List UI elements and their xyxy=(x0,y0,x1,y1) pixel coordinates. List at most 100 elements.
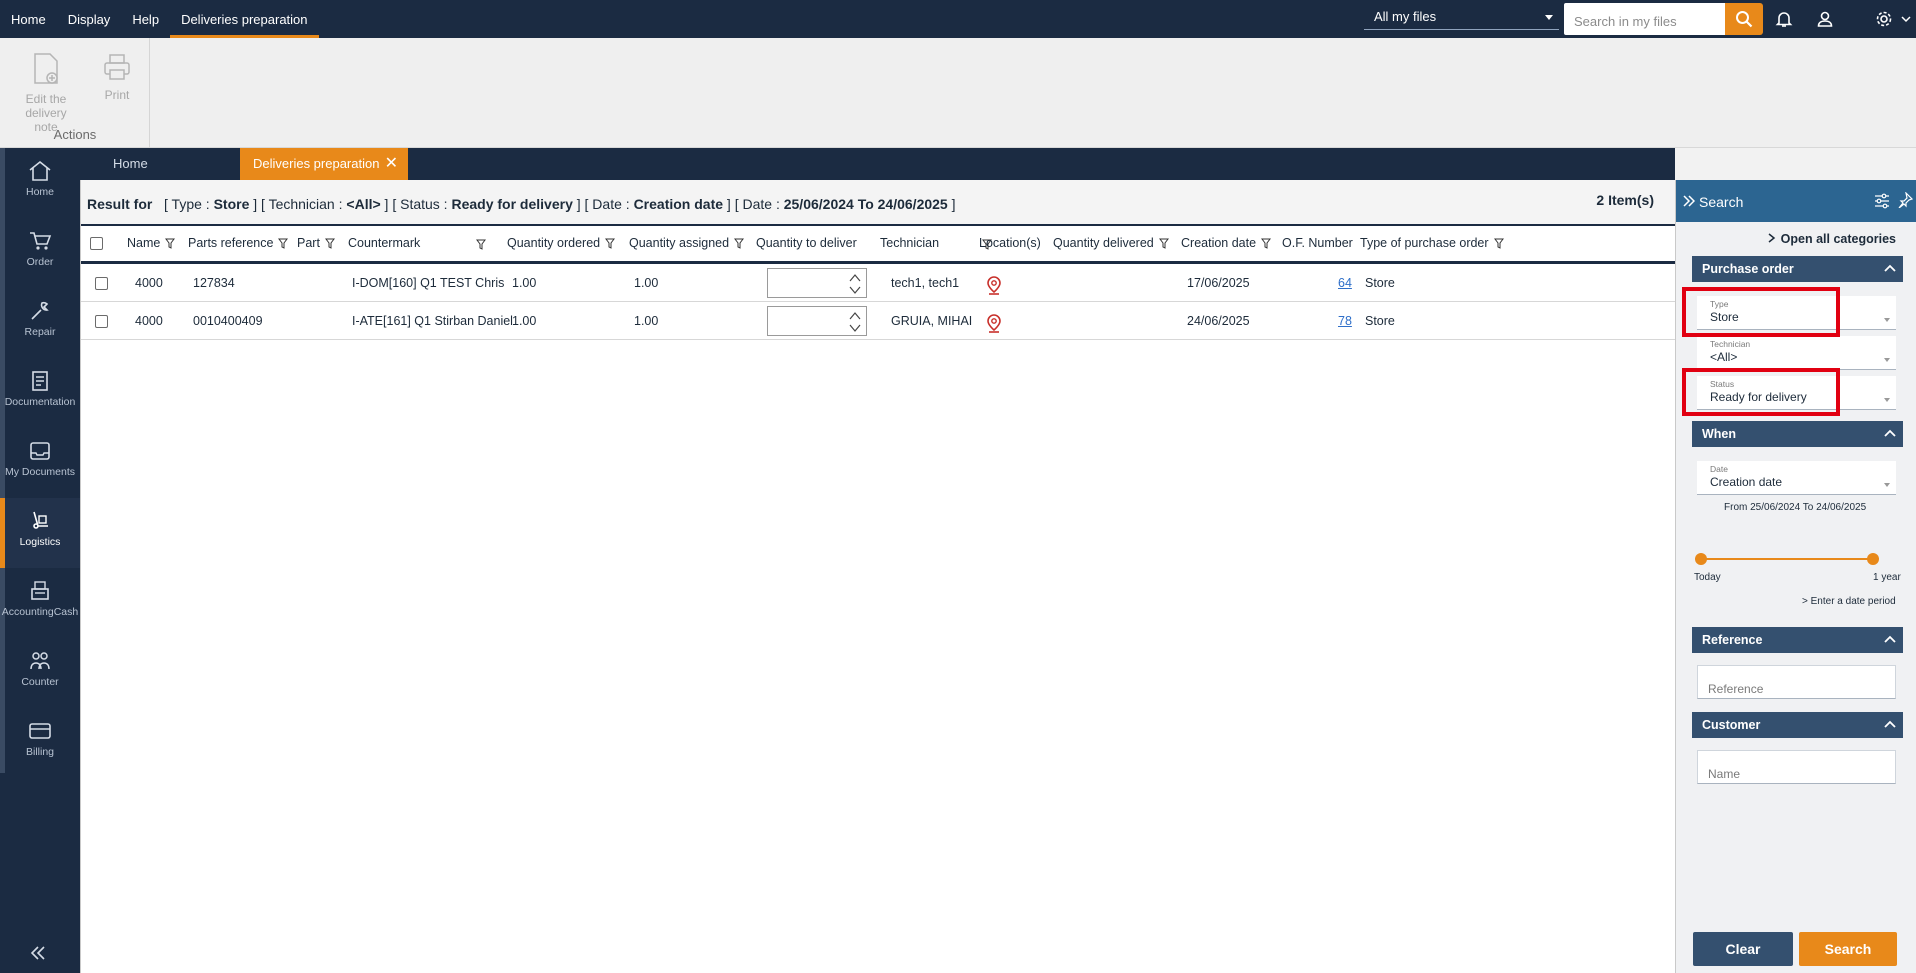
close-icon[interactable]: ✕ xyxy=(385,148,398,180)
nav-logistics-label: Logistics xyxy=(19,536,61,548)
col-quantity-to-deliver[interactable]: Quantity to deliver xyxy=(756,226,857,261)
of-number-link[interactable]: 78 xyxy=(1338,302,1352,340)
nav-logistics[interactable]: Logistics xyxy=(0,498,80,568)
section-purchase-order-label: Purchase order xyxy=(1702,262,1794,276)
filter-icon[interactable] xyxy=(1493,238,1504,250)
notifications-button[interactable] xyxy=(1770,5,1798,33)
global-search-button[interactable] xyxy=(1725,3,1763,35)
menu-home[interactable]: Home xyxy=(0,0,57,38)
scope-select[interactable]: All my files xyxy=(1364,3,1559,30)
filter-icon[interactable] xyxy=(165,238,176,250)
filter-icon[interactable] xyxy=(278,238,289,250)
customer-name-input[interactable]: Name xyxy=(1697,750,1896,784)
enter-date-period-link[interactable]: > Enter a date period xyxy=(1802,596,1896,607)
row-checkbox[interactable] xyxy=(95,315,108,328)
search-panel-title: Search xyxy=(1699,194,1744,210)
global-search-input[interactable]: Search in my files xyxy=(1564,3,1725,35)
filter-icon[interactable] xyxy=(605,238,616,250)
more-menu-button[interactable] xyxy=(1896,5,1916,33)
col-parts-reference[interactable]: Parts reference xyxy=(188,226,289,261)
edit-delivery-note-button[interactable]: Edit the delivery note xyxy=(16,52,76,134)
chevron-down-icon xyxy=(1901,16,1911,23)
nav-documentation-label: Documentation xyxy=(4,396,76,408)
slider-handle-start[interactable] xyxy=(1695,553,1707,565)
sliders-icon[interactable] xyxy=(1874,193,1890,209)
chevron-up-icon xyxy=(1884,720,1896,728)
quantity-to-deliver-stepper[interactable] xyxy=(767,268,867,298)
col-quantity-assigned[interactable]: Quantity assigned xyxy=(629,226,745,261)
clear-button[interactable]: Clear xyxy=(1693,932,1793,966)
col-quantity-delivered[interactable]: Quantity delivered xyxy=(1053,226,1169,261)
col-parts-reference-label: Parts reference xyxy=(188,236,274,250)
collapse-nav-button[interactable] xyxy=(30,944,46,965)
nav-counter[interactable]: Counter xyxy=(0,638,80,708)
section-customer[interactable]: Customer xyxy=(1692,712,1903,738)
chevron-down-icon[interactable] xyxy=(848,284,862,296)
menu-help[interactable]: Help xyxy=(121,0,170,38)
open-all-categories-link[interactable]: Open all categories xyxy=(1768,232,1896,246)
chevron-down-icon[interactable] xyxy=(848,322,862,334)
col-countermark[interactable]: Countermark xyxy=(348,226,486,261)
result-range-label: ] [ Date : xyxy=(726,196,780,212)
location-pin-button[interactable] xyxy=(986,311,1002,333)
tab-deliveries-preparation[interactable]: Deliveries preparation ✕ xyxy=(240,148,408,180)
ribbon-group-label: Actions xyxy=(53,127,97,142)
table-row[interactable]: 4000 127834 I-DOM[160] Q1 TEST Chris 1.0… xyxy=(81,264,1676,302)
section-when-label: When xyxy=(1702,427,1737,441)
chevron-down-icon xyxy=(1545,15,1553,20)
technician-select[interactable]: Technician <All> xyxy=(1697,336,1896,370)
col-part[interactable]: Part xyxy=(297,226,335,261)
cell-countermark: I-ATE[161] Q1 Stirban Daniel xyxy=(352,314,513,328)
select-all-checkbox[interactable] xyxy=(90,237,103,250)
section-customer-label: Customer xyxy=(1702,718,1761,732)
nav-accounting-cash-label: AccountingCash xyxy=(1,606,79,618)
nav-repair[interactable]: Repair xyxy=(0,288,80,358)
pin-icon[interactable] xyxy=(1897,192,1913,208)
section-purchase-order[interactable]: Purchase order xyxy=(1692,256,1903,282)
filter-icon[interactable] xyxy=(324,238,335,250)
quantity-to-deliver-stepper[interactable] xyxy=(767,306,867,336)
col-locations[interactable]: Location(s) xyxy=(979,226,1041,261)
col-technician[interactable]: Technician xyxy=(880,226,992,261)
row-checkbox[interactable] xyxy=(95,277,108,290)
chevron-up-icon[interactable] xyxy=(848,272,862,284)
nav-billing[interactable]: Billing xyxy=(0,708,80,778)
filter-icon[interactable] xyxy=(1158,238,1169,250)
location-pin-button[interactable] xyxy=(986,273,1002,295)
print-button[interactable]: Print xyxy=(87,52,147,102)
col-quantity-ordered[interactable]: Quantity ordered xyxy=(507,226,616,261)
settings-button[interactable] xyxy=(1870,5,1898,33)
search-panel-header: Search xyxy=(1676,180,1916,222)
col-name[interactable]: Name xyxy=(127,226,176,261)
filter-icon[interactable] xyxy=(734,238,745,250)
slider-handle-end[interactable] xyxy=(1867,553,1879,565)
date-range-slider[interactable] xyxy=(1700,558,1872,560)
filter-icon[interactable] xyxy=(476,239,486,250)
nav-my-documents[interactable]: My Documents xyxy=(0,428,80,498)
tab-home[interactable]: Home xyxy=(80,148,240,180)
menu-deliveries-preparation[interactable]: Deliveries preparation xyxy=(170,0,319,38)
table-row[interactable]: 4000 0010400409 I-ATE[161] Q1 Stirban Da… xyxy=(81,302,1676,340)
search-button[interactable]: Search xyxy=(1799,932,1897,966)
col-of-number[interactable]: O.F. Number xyxy=(1282,226,1353,261)
nav-home[interactable]: Home xyxy=(0,148,80,218)
of-number-link[interactable]: 64 xyxy=(1338,264,1352,302)
col-type-of-purchase-order[interactable]: Type of purchase order xyxy=(1360,226,1504,261)
nav-accounting-cash[interactable]: AccountingCash xyxy=(0,568,80,638)
reference-input[interactable]: Reference xyxy=(1697,665,1896,699)
col-creation-date[interactable]: Creation date xyxy=(1181,226,1272,261)
nav-order[interactable]: Order xyxy=(0,218,80,288)
date-select[interactable]: Date Creation date xyxy=(1697,461,1896,495)
hand-truck-icon xyxy=(33,511,48,529)
section-when[interactable]: When xyxy=(1692,421,1903,447)
menu-display[interactable]: Display xyxy=(57,0,122,38)
chevron-up-icon[interactable] xyxy=(848,310,862,322)
user-button[interactable] xyxy=(1811,5,1839,33)
main-content: Result for [ Type : Store ] [ Technician… xyxy=(80,180,1676,973)
location-pin-icon xyxy=(987,276,1001,295)
item-count: 2 Item(s) xyxy=(1596,192,1654,208)
filter-icon[interactable] xyxy=(1261,238,1272,250)
double-chevron-right-icon[interactable] xyxy=(1683,195,1695,207)
nav-documentation[interactable]: Documentation xyxy=(0,358,80,428)
section-reference[interactable]: Reference xyxy=(1692,627,1903,653)
